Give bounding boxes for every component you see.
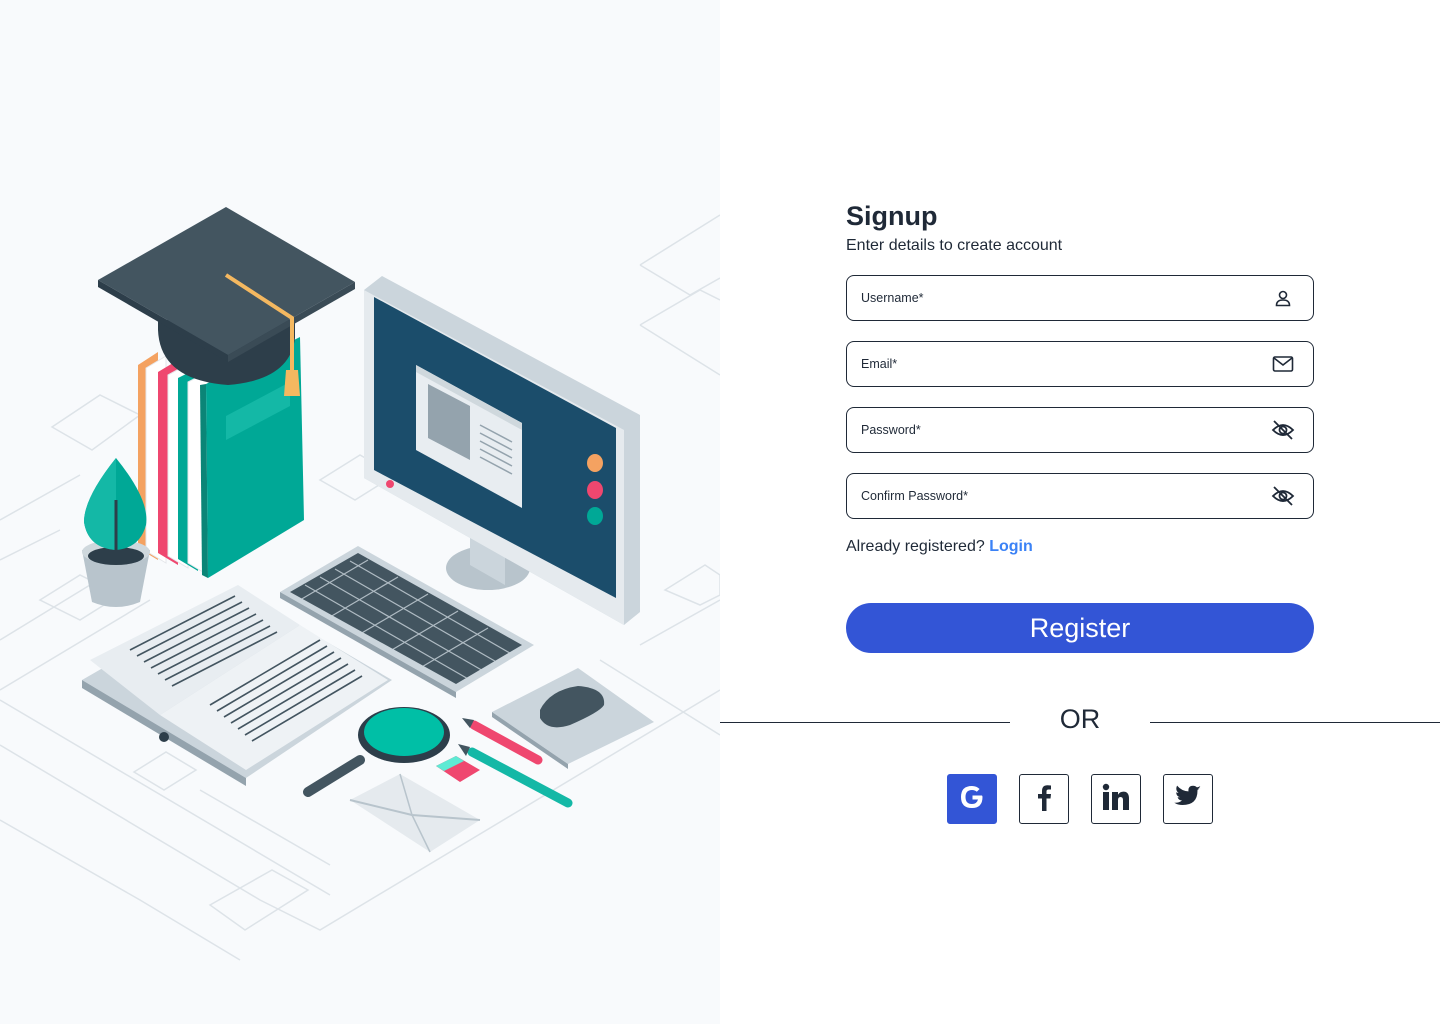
or-divider-text: OR: [1059, 704, 1101, 734]
linkedin-icon: [1101, 782, 1131, 817]
eye-off-icon[interactable]: [1271, 418, 1295, 442]
login-prompt-text: Already registered?: [846, 538, 985, 555]
confirm-password-field[interactable]: Confirm Password*: [846, 473, 1314, 519]
username-field[interactable]: Username*: [846, 275, 1314, 321]
user-icon: [1271, 286, 1295, 310]
password-field[interactable]: Password*: [846, 407, 1314, 453]
signup-form: Signup Enter details to create account U…: [846, 200, 1314, 653]
login-link[interactable]: Login: [989, 538, 1033, 555]
mail-icon: [1271, 352, 1295, 376]
email-field[interactable]: Email*: [846, 341, 1314, 387]
divider-right: [1150, 722, 1440, 723]
linkedin-button[interactable]: [1091, 774, 1141, 824]
facebook-icon: [1034, 783, 1054, 816]
login-prompt: Already registered? Login: [846, 538, 1033, 556]
social-login-group: [947, 774, 1213, 824]
divider-left: [720, 722, 1010, 723]
google-button[interactable]: [947, 774, 997, 824]
twitter-icon: [1174, 785, 1202, 814]
twitter-button[interactable]: [1163, 774, 1213, 824]
signup-panel: Signup Enter details to create account U…: [720, 0, 1440, 1024]
page-title: Signup: [846, 201, 938, 231]
education-illustration: [0, 207, 720, 961]
illustration-panel: [0, 0, 720, 1024]
confirm-password-label: Confirm Password*: [861, 489, 968, 503]
email-label: Email*: [861, 357, 898, 371]
username-label: Username*: [861, 291, 924, 305]
page-subtitle: Enter details to create account: [846, 237, 1063, 254]
password-label: Password*: [861, 423, 921, 437]
register-button[interactable]: Register: [846, 603, 1314, 653]
google-icon: [957, 782, 987, 817]
facebook-button[interactable]: [1019, 774, 1069, 824]
eye-off-icon[interactable]: [1271, 484, 1295, 508]
